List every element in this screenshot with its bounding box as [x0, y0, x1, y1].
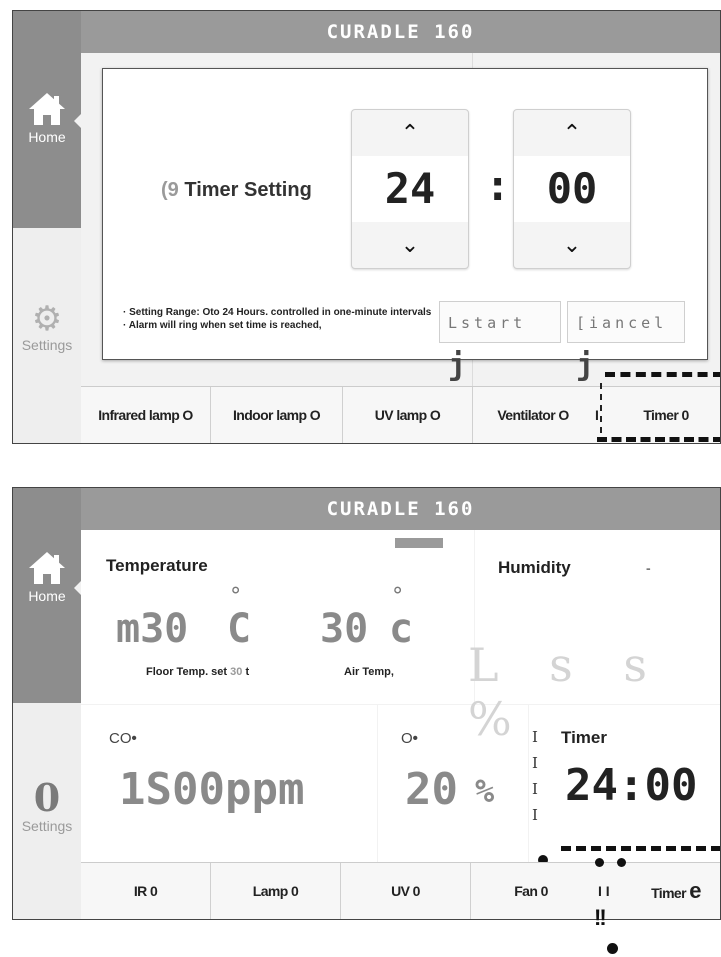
- timer-button[interactable]: Timer e: [621, 863, 720, 919]
- sidebar-item-settings[interactable]: 0 Settings: [13, 775, 81, 835]
- pointer-marker: !!: [594, 905, 607, 930]
- o2-value: 20: [405, 764, 458, 815]
- start-button-label: Lstart: [448, 314, 527, 332]
- uv-lamp-button[interactable]: UV lamp O: [343, 387, 473, 443]
- connector-dot: [595, 858, 604, 867]
- note-range: · Setting Range: Oto 24 Hours. controlle…: [123, 307, 432, 318]
- dialog-title-prefix: (9: [161, 179, 179, 201]
- timer-notes: · Setting Range: Oto 24 Hours. controlle…: [123, 306, 431, 332]
- floor-temp-unit-label: t: [245, 666, 250, 678]
- control-bar: Infrared lamp O Indoor lamp O UV lamp O …: [81, 386, 720, 443]
- connector-dot: [617, 858, 626, 867]
- sidebar: Home ⚙ Settings: [13, 11, 82, 443]
- sidebar: Home 0 Settings: [13, 488, 82, 919]
- ventilator-button[interactable]: Ventilator O: [473, 387, 593, 443]
- chevron-up-icon: ⌃: [400, 120, 420, 145]
- air-temp-unit: c: [389, 606, 414, 652]
- home-icon: [29, 93, 65, 125]
- co2-value: 1S00ppm: [119, 764, 305, 815]
- sidebar-home-label: Home: [28, 588, 66, 604]
- status-indicator-bar: [395, 538, 443, 548]
- dialog-title: (9 Timer Setting: [161, 179, 312, 202]
- timer-button[interactable]: Timer 0: [611, 387, 720, 443]
- timer-setting-screen: CURADLE 160 Home ⚙ Settings (9 Timer Set…: [12, 10, 721, 444]
- app-title-bar: CURADLE 160: [81, 488, 720, 530]
- air-temp-label: Air Temp,: [344, 666, 394, 678]
- chevron-down-icon: ⌄: [562, 232, 582, 257]
- cancel-button-label: [iancel: [576, 314, 668, 332]
- control-bar: IR 0 Lamp 0 UV 0 Fan 0 I I Timer e: [81, 862, 720, 919]
- settings-icon: 0: [33, 775, 61, 820]
- floor-temp-unit: C: [227, 606, 252, 652]
- ir-button[interactable]: IR 0: [81, 863, 211, 919]
- hours-down-button[interactable]: ⌄: [352, 222, 468, 268]
- minutes-value: 00: [514, 156, 630, 222]
- home-icon: [29, 552, 65, 584]
- home-dashboard-screen: CURADLE 160 Home 0 Settings Temperature …: [12, 487, 721, 920]
- separator-mark: I: [595, 407, 599, 423]
- floor-temp-label: Floor Temp. set 30 t: [146, 666, 249, 678]
- sidebar-item-home[interactable]: Home: [13, 11, 82, 228]
- co2-label-dot: •: [131, 730, 137, 747]
- o2-label-dot: •: [412, 730, 418, 747]
- timer-label: Timer: [561, 728, 607, 747]
- o2-unit: %: [475, 772, 495, 810]
- sidebar-item-settings[interactable]: ⚙ Settings: [13, 301, 81, 353]
- co2-label: CO•: [109, 730, 137, 747]
- start-button-mark: j: [448, 347, 471, 383]
- minutes-down-button[interactable]: ⌄: [514, 222, 630, 268]
- timer-value: 24:00: [565, 760, 698, 811]
- temperature-label: Temperature: [106, 556, 208, 575]
- o2-label: O•: [401, 730, 418, 747]
- indoor-lamp-button[interactable]: Indoor lamp O: [211, 387, 343, 443]
- time-colon: :: [485, 161, 511, 210]
- dialog-title-text: Timer Setting: [184, 179, 312, 201]
- cancel-button[interactable]: [iancel j: [567, 301, 685, 383]
- lamp-button[interactable]: Lamp 0: [211, 863, 341, 919]
- timer-setting-dialog: (9 Timer Setting ⌃ 24 ⌄ : ⌃ 00 ⌄ · Setti…: [102, 68, 708, 383]
- start-button[interactable]: Lstart j: [439, 301, 561, 383]
- hours-up-button[interactable]: ⌃: [352, 110, 468, 156]
- minutes-stepper: ⌃ 00 ⌄: [513, 109, 631, 269]
- gear-icon: ⚙: [31, 300, 63, 338]
- floor-temp-setpoint: 30: [230, 666, 243, 678]
- chevron-down-icon: ⌄: [400, 232, 420, 257]
- highlight-border-bottom: [597, 437, 720, 442]
- hours-stepper: ⌃ 24 ⌄: [351, 109, 469, 269]
- humidity-label: Humidity: [498, 558, 571, 577]
- timer-button-label: Timer: [651, 885, 686, 901]
- chevron-up-icon: ⌃: [562, 120, 582, 145]
- fan-button[interactable]: Fan 0: [471, 863, 591, 919]
- app-title-bar: CURADLE 160: [81, 11, 720, 53]
- highlight-border-bottom: [561, 846, 720, 851]
- highlight-border-top: [605, 372, 720, 377]
- timer-panel-bracket: I I I I: [532, 724, 538, 828]
- note-alarm: · Alarm will ring when set time is reach…: [123, 320, 322, 331]
- air-temp-value: 30: [320, 606, 369, 652]
- humidity-dash: -: [646, 560, 651, 576]
- sidebar-item-home[interactable]: Home: [13, 488, 82, 703]
- sidebar-home-label: Home: [28, 129, 66, 145]
- infrared-lamp-button[interactable]: Infrared lamp O: [81, 387, 211, 443]
- bracket-mark: I: [532, 780, 538, 798]
- co2-label-text: CO: [109, 730, 132, 747]
- timer-button-extra: e: [689, 878, 701, 903]
- floor-temp-label-text: Floor Temp. set: [146, 666, 228, 678]
- pointer-dot: [607, 943, 618, 954]
- sidebar-settings-label: Settings: [21, 337, 73, 353]
- sidebar-settings-label: Settings: [21, 818, 73, 834]
- minutes-up-button[interactable]: ⌃: [514, 110, 630, 156]
- uv-button[interactable]: UV 0: [341, 863, 471, 919]
- bracket-mark: I: [532, 728, 538, 746]
- cancel-button-mark: j: [576, 347, 599, 383]
- o2-label-text: O: [401, 730, 413, 747]
- floor-temp-value: m30: [116, 606, 189, 652]
- bracket-mark: I: [532, 754, 538, 772]
- hours-value: 24: [352, 156, 468, 222]
- bracket-mark: I: [532, 806, 538, 824]
- highlight-border-left: [600, 383, 602, 433]
